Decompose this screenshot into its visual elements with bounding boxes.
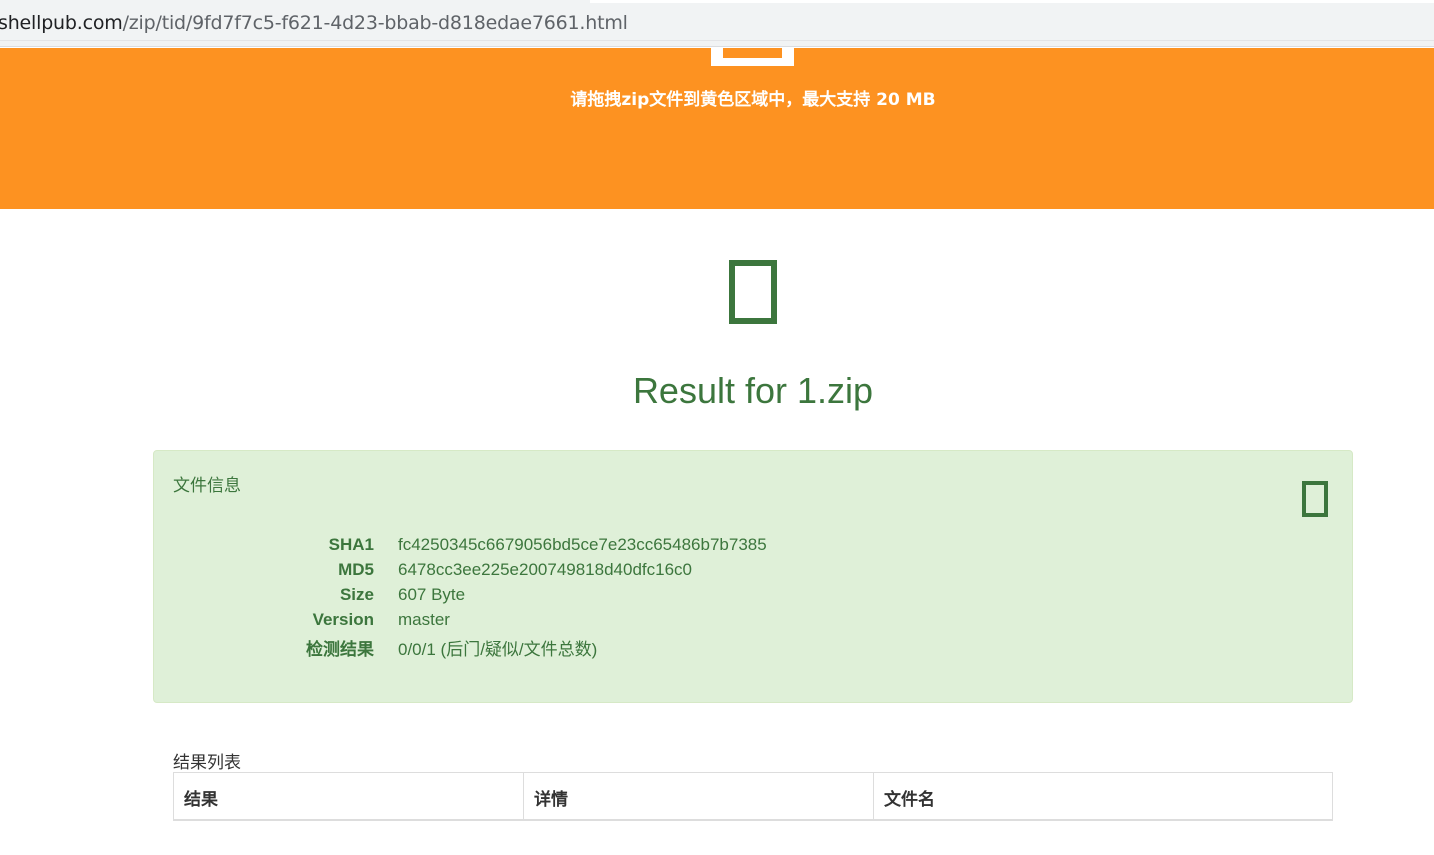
results-list-heading: 结果列表 <box>173 753 241 773</box>
info-value: master <box>398 610 450 629</box>
info-key: Version <box>312 610 374 629</box>
file-icon <box>1302 481 1328 517</box>
tab-strip-edge <box>590 0 1434 3</box>
url-host: shellpub.com <box>0 12 123 34</box>
address-bar-divider <box>0 40 1434 41</box>
info-key: Size <box>339 585 374 604</box>
info-value: 0/0/1 (后门/疑似/文件总数) <box>398 640 598 659</box>
info-value: 607 Byte <box>398 585 466 604</box>
page-title: Result for 1.zip <box>632 370 874 411</box>
info-row-md5: MD5 6478cc3ee225e200749818d40dfc16c0 <box>154 560 1354 585</box>
upload-drop-zone[interactable]: 请拖拽zip文件到黄色区域中，最大支持 20 MB <box>0 48 1434 209</box>
upload-hint: 请拖拽zip文件到黄色区域中，最大支持 20 MB <box>570 90 936 110</box>
column-header-result[interactable]: 结果 <box>174 773 524 819</box>
info-key: 检测结果 <box>306 640 374 659</box>
info-row-version: Version master <box>154 610 1354 635</box>
results-table: 结果 详情 文件名 <box>173 772 1333 821</box>
info-row-size: Size 607 Byte <box>154 585 1354 610</box>
browser-address-bar[interactable]: shellpub.com/zip/tid/9fd7f7c5-f621-4d23-… <box>0 0 1434 47</box>
info-key: SHA1 <box>328 535 374 554</box>
url-path: /zip/tid/9fd7f7c5-f621-4d23-bbab-d818eda… <box>122 12 628 34</box>
info-row-scan-result: 检测结果 0/0/1 (后门/疑似/文件总数) <box>154 635 1354 660</box>
info-row-sha1: SHA1 fc4250345c6679056bd5ce7e23cc65486b7… <box>154 535 1354 560</box>
panel-heading: 文件信息 <box>173 476 241 496</box>
upload-icon <box>711 48 794 66</box>
column-header-filename[interactable]: 文件名 <box>874 773 1332 819</box>
url-text[interactable]: shellpub.com/zip/tid/9fd7f7c5-f621-4d23-… <box>0 12 628 34</box>
info-value: 6478cc3ee225e200749818d40dfc16c0 <box>398 560 692 579</box>
info-value: fc4250345c6679056bd5ce7e23cc65486b7b7385 <box>398 535 767 554</box>
info-key: MD5 <box>338 560 374 579</box>
file-info-panel: 文件信息 SHA1 fc4250345c6679056bd5ce7e23cc65… <box>153 450 1353 703</box>
file-check-icon <box>729 260 777 324</box>
column-header-details[interactable]: 详情 <box>524 773 874 819</box>
